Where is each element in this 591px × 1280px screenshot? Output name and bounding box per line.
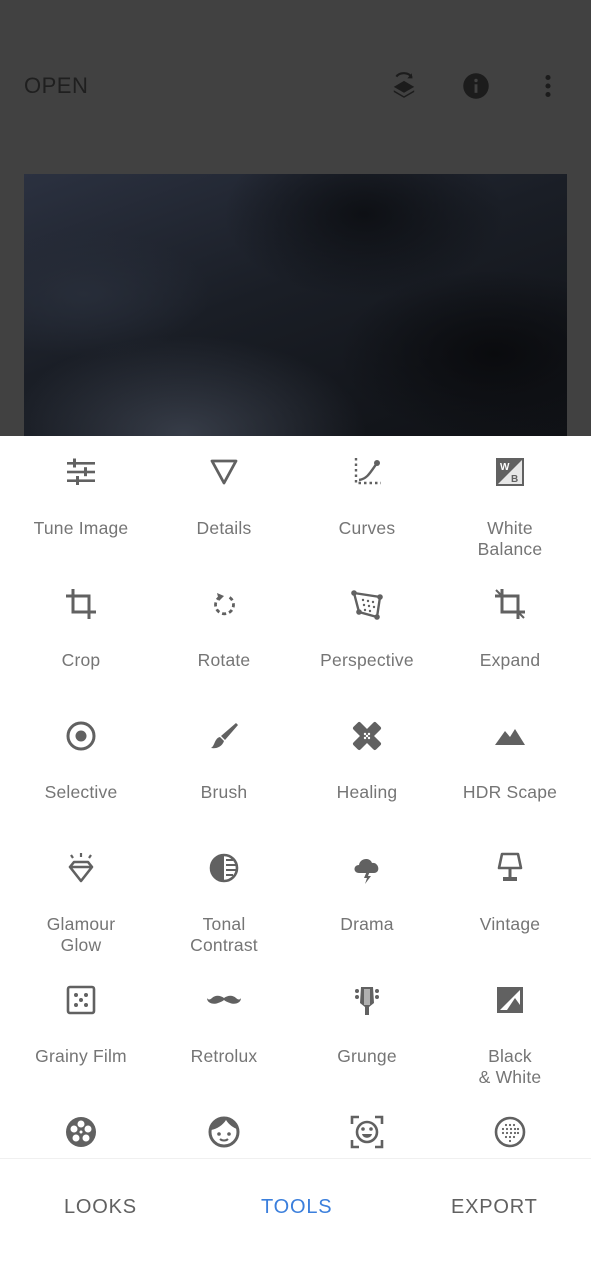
tool-crop[interactable]: Crop: [7, 584, 155, 671]
brush-icon: [204, 716, 244, 756]
layers-history-icon[interactable]: [384, 66, 424, 106]
more-vertical-icon[interactable]: [528, 66, 568, 106]
white-balance-icon: W B: [490, 452, 530, 492]
face-detect-icon: [347, 1112, 387, 1152]
curves-icon: [347, 452, 387, 492]
tool-tonal-contrast[interactable]: Tonal Contrast: [150, 848, 298, 956]
grain-dots-icon: [61, 980, 101, 1020]
tool-vintage[interactable]: Vintage: [436, 848, 584, 935]
info-icon[interactable]: [456, 66, 496, 106]
svg-text:W: W: [500, 462, 510, 473]
tools-grid: Tune Image Details Curves W B White Bala…: [0, 436, 591, 1158]
lamp-icon: [490, 848, 530, 888]
guitar-head-icon: [347, 980, 387, 1020]
bottom-nav: LOOKS TOOLS EXPORT: [0, 1158, 591, 1280]
face-icon: [204, 1112, 244, 1152]
tool-dotted-circle[interactable]: [436, 1112, 584, 1152]
film-reel-icon: [61, 1112, 101, 1152]
tonal-contrast-icon: [204, 848, 244, 888]
tool-tune-image[interactable]: Tune Image: [7, 452, 155, 539]
perspective-icon: [347, 584, 387, 624]
tool-details[interactable]: Details: [150, 452, 298, 539]
storm-cloud-icon: [347, 848, 387, 888]
tools-sheet: Tune Image Details Curves W B White Bala…: [0, 436, 591, 1280]
tune-sliders-icon: [61, 452, 101, 492]
svg-text:B: B: [511, 474, 518, 485]
tool-curves[interactable]: Curves: [293, 452, 441, 539]
tab-looks[interactable]: LOOKS: [64, 1196, 137, 1219]
top-bar-dimmed: OPEN: [0, 0, 591, 436]
tool-perspective[interactable]: Perspective: [293, 584, 441, 671]
tool-face[interactable]: [150, 1112, 298, 1152]
black-white-icon: [490, 980, 530, 1020]
tool-selective[interactable]: Selective: [7, 716, 155, 803]
dotted-circle-icon: [490, 1112, 530, 1152]
mustache-icon: [204, 980, 244, 1020]
rotate-icon: [204, 584, 244, 624]
healing-bandage-icon: [347, 716, 387, 756]
open-button[interactable]: OPEN: [24, 73, 88, 99]
tool-film-reel[interactable]: [7, 1112, 155, 1152]
tool-drama[interactable]: Drama: [293, 848, 441, 935]
mountains-icon: [490, 716, 530, 756]
tool-grunge[interactable]: Grunge: [293, 980, 441, 1067]
tool-hdr-scape[interactable]: HDR Scape: [436, 716, 584, 803]
details-triangle-icon: [204, 452, 244, 492]
tool-rotate[interactable]: Rotate: [150, 584, 298, 671]
tab-tools[interactable]: TOOLS: [261, 1196, 332, 1219]
tool-healing[interactable]: Healing: [293, 716, 441, 803]
tool-glamour-glow[interactable]: Glamour Glow: [7, 848, 155, 956]
tool-grainy-film[interactable]: Grainy Film: [7, 980, 155, 1067]
photo-preview: [24, 174, 567, 436]
tool-white-balance[interactable]: W B White Balance: [436, 452, 584, 560]
tool-retrolux[interactable]: Retrolux: [150, 980, 298, 1067]
crop-icon: [61, 584, 101, 624]
expand-icon: [490, 584, 530, 624]
selective-target-icon: [61, 716, 101, 756]
tool-face-detect[interactable]: [293, 1112, 441, 1152]
tab-export[interactable]: EXPORT: [451, 1196, 538, 1219]
tool-expand[interactable]: Expand: [436, 584, 584, 671]
diamond-icon: [61, 848, 101, 888]
tool-brush[interactable]: Brush: [150, 716, 298, 803]
tool-black-white[interactable]: Black & White: [436, 980, 584, 1088]
